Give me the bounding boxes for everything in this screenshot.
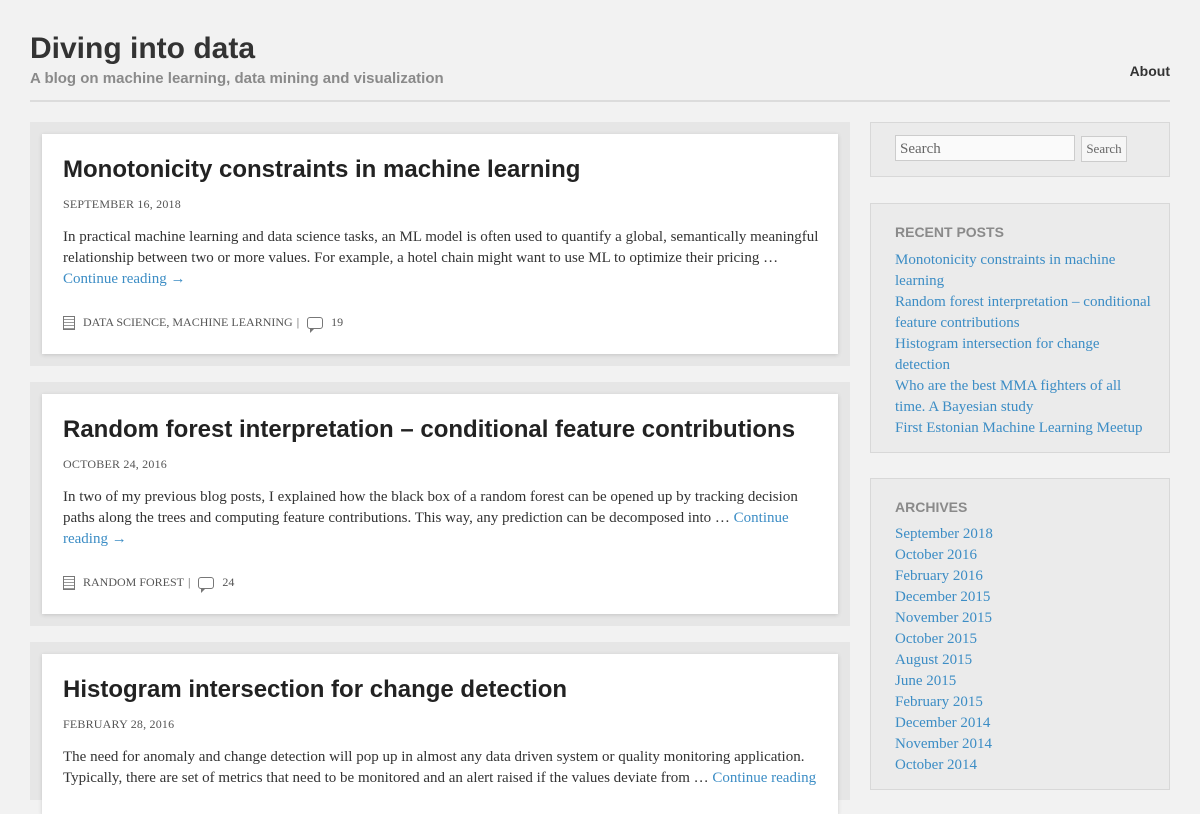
list-item: September 2018 [895,524,1151,545]
archive-link[interactable]: November 2015 [895,610,992,626]
archives-title: ARCHIVES [895,499,968,515]
category-icon [63,315,75,330]
post-date[interactable]: SEPTEMBER 16, 2018 [63,197,181,212]
list-item: December 2015 [895,587,1151,608]
list-item: Random forest interpretation – condition… [895,292,1151,334]
list-item: October 2015 [895,629,1151,650]
search-button[interactable]: Search [1081,136,1127,162]
post-card: Monotonicity constraints in machine lear… [42,134,838,354]
site-title[interactable]: Diving into data [30,32,255,66]
recent-post-link[interactable]: First Estonian Machine Learning Meetup [895,420,1142,436]
recent-post-link[interactable]: Histogram intersection for change detect… [895,336,1100,373]
category-icon [63,575,75,590]
list-item: February 2015 [895,692,1151,713]
post-card: Histogram intersection for change detect… [42,654,838,814]
list-item: November 2015 [895,608,1151,629]
comment-icon [307,316,324,333]
list-item: Histogram intersection for change detect… [895,334,1151,376]
archives-list: September 2018 October 2016 February 201… [895,524,1151,776]
comment-count[interactable]: 24 [222,575,234,590]
recent-posts-widget: RECENT POSTS Monotonicity constraints in… [870,203,1170,453]
search-widget: Search Search [870,122,1170,177]
site-description: A blog on machine learning, data mining … [30,70,444,87]
post-card: Random forest interpretation – condition… [42,394,838,614]
post-excerpt: The need for anomaly and change detectio… [63,747,823,789]
post-meta: DATA SCIENCE, MACHINE LEARNING | 19 [63,315,343,333]
post-excerpt-text: The need for anomaly and change detectio… [63,749,805,786]
list-item: October 2014 [895,755,1151,776]
list-item: August 2015 [895,650,1151,671]
archive-link[interactable]: June 2015 [895,673,956,689]
post-title[interactable]: Random forest interpretation – condition… [63,416,795,444]
post-excerpt-text: In practical machine learning and data s… [63,229,819,266]
recent-post-link[interactable]: Who are the best MMA fighters of all tim… [895,378,1121,415]
recent-post-link[interactable]: Random forest interpretation – condition… [895,294,1151,331]
archive-link[interactable]: December 2015 [895,589,990,605]
post-container: Histogram intersection for change detect… [30,642,850,814]
post-excerpt: In practical machine learning and data s… [63,227,823,290]
meta-separator: | [188,575,191,589]
archive-link[interactable]: November 2014 [895,736,992,752]
post-excerpt: In two of my previous blog posts, I expl… [63,487,823,550]
list-item: February 2016 [895,566,1151,587]
meta-separator: | [296,315,300,329]
post-categories[interactable]: DATA SCIENCE, MACHINE LEARNING [83,315,293,330]
archive-link[interactable]: September 2018 [895,526,993,542]
post-title[interactable]: Monotonicity constraints in machine lear… [63,156,580,184]
post-categories[interactable]: RANDOM FOREST [83,575,184,590]
post-meta: RANDOM FOREST | 24 [63,575,234,593]
post-excerpt-text: In two of my previous blog posts, I expl… [63,489,798,526]
archive-link[interactable]: August 2015 [895,652,972,668]
archive-link[interactable]: December 2014 [895,715,990,731]
post-date[interactable]: FEBRUARY 28, 2016 [63,717,174,732]
search-input[interactable]: Search [895,135,1075,161]
continue-reading-link[interactable]: Continue reading → [63,271,185,287]
archive-link[interactable]: October 2014 [895,757,977,773]
continue-reading-link[interactable]: Continue reading [712,770,816,786]
nav-about-link[interactable]: About [1130,63,1170,79]
site-header: Diving into data A blog on machine learn… [30,30,1170,102]
list-item: October 2016 [895,545,1151,566]
post-title[interactable]: Histogram intersection for change detect… [63,676,567,704]
list-item: November 2014 [895,734,1151,755]
archive-link[interactable]: February 2015 [895,694,983,710]
recent-posts-list: Monotonicity constraints in machine lear… [895,250,1151,439]
archives-widget: ARCHIVES September 2018 October 2016 Feb… [870,478,1170,790]
comment-count[interactable]: 19 [331,315,343,330]
list-item: Who are the best MMA fighters of all tim… [895,376,1151,418]
recent-posts-title: RECENT POSTS [895,224,1004,240]
archive-link[interactable]: October 2016 [895,547,977,563]
post-container: Monotonicity constraints in machine lear… [30,122,850,366]
comment-icon [198,576,215,593]
archive-link[interactable]: February 2016 [895,568,983,584]
list-item: Monotonicity constraints in machine lear… [895,250,1151,292]
post-container: Random forest interpretation – condition… [30,382,850,626]
post-date[interactable]: OCTOBER 24, 2016 [63,457,167,472]
recent-post-link[interactable]: Monotonicity constraints in machine lear… [895,252,1115,289]
list-item: First Estonian Machine Learning Meetup [895,418,1151,439]
list-item: June 2015 [895,671,1151,692]
archive-link[interactable]: October 2015 [895,631,977,647]
list-item: December 2014 [895,713,1151,734]
